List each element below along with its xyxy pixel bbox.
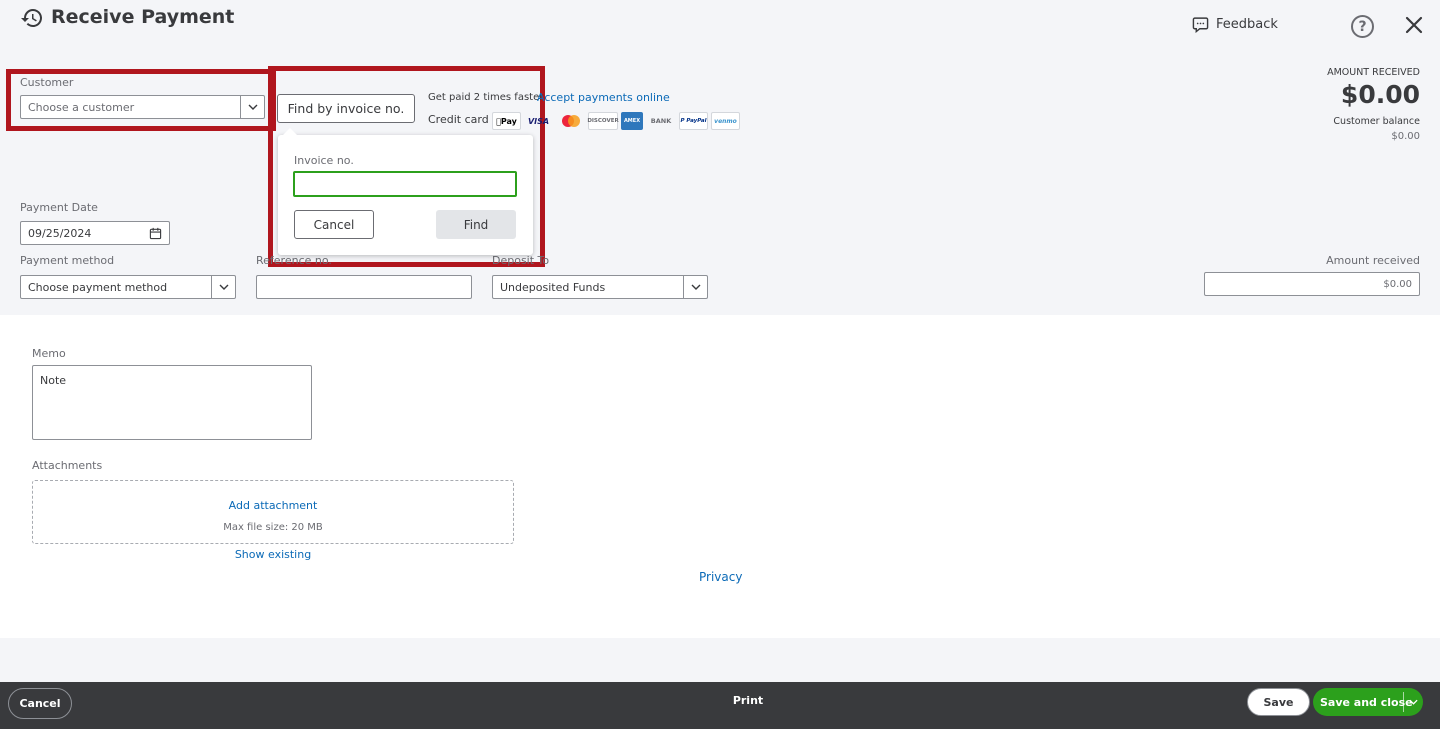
customer-label: Customer xyxy=(20,76,74,89)
save-options-divider xyxy=(1403,692,1404,712)
popover-cancel-button[interactable]: Cancel xyxy=(294,210,374,239)
chevron-down-icon[interactable] xyxy=(1409,699,1418,705)
attachments-label: Attachments xyxy=(32,459,103,472)
payment-method-placeholder: Choose payment method xyxy=(28,280,168,294)
deposit-to-select[interactable]: Undeposited Funds xyxy=(492,275,708,299)
max-file-size-text: Max file size: 20 MB xyxy=(223,522,323,533)
mastercard-icon xyxy=(556,112,585,130)
card-logos: Pay VISA DISCOVER AMEX BANK P PayPal ve… xyxy=(492,112,740,130)
feedback-button[interactable]: Feedback xyxy=(1192,16,1278,33)
reference-input[interactable] xyxy=(256,275,472,299)
page-title: Receive Payment xyxy=(51,6,235,28)
payment-date-label: Payment Date xyxy=(20,201,98,214)
deposit-to-label: Deposit To xyxy=(492,254,550,267)
amount-received-input[interactable]: $0.00 xyxy=(1204,272,1420,296)
print-button[interactable]: Print xyxy=(718,686,778,714)
visa-icon: VISA xyxy=(527,116,550,126)
chevron-down-icon[interactable] xyxy=(683,276,707,298)
customer-select[interactable]: Choose a customer xyxy=(20,95,265,119)
attachment-dropzone[interactable]: Add attachment Max file size: 20 MB xyxy=(32,480,514,544)
chevron-down-icon[interactable] xyxy=(240,96,264,118)
customer-balance-value: $0.00 xyxy=(1391,131,1420,142)
save-and-close-button[interactable]: Save and close xyxy=(1313,688,1423,716)
customer-select-placeholder: Choose a customer xyxy=(28,100,135,114)
payment-date-input[interactable]: 09/25/2024 xyxy=(20,221,170,245)
memo-placeholder: Note xyxy=(40,374,67,387)
promo-text: Get paid 2 times faster xyxy=(428,92,544,103)
memo-label: Memo xyxy=(32,347,66,360)
apple-pay-icon: Pay xyxy=(492,112,521,130)
reference-label: Reference no. xyxy=(256,254,332,267)
customer-balance-label: Customer balance xyxy=(1333,116,1420,127)
popover-find-button[interactable]: Find xyxy=(436,210,516,239)
popover-arrow xyxy=(282,128,298,136)
accept-payments-link[interactable]: Accept payments online xyxy=(537,91,670,104)
payment-method-select[interactable]: Choose payment method xyxy=(20,275,236,299)
amount-received-field-label: Amount received xyxy=(1326,254,1420,267)
amex-icon: AMEX xyxy=(621,112,643,130)
chevron-down-icon[interactable] xyxy=(211,276,235,298)
feedback-icon xyxy=(1192,17,1209,33)
deposit-to-value: Undeposited Funds xyxy=(500,280,606,294)
footer-bar: Cancel Print Save Save and close xyxy=(0,682,1440,729)
discover-icon: DISCOVER xyxy=(587,112,619,130)
paypal-icon: P PayPal xyxy=(679,112,708,130)
save-button[interactable]: Save xyxy=(1247,688,1310,716)
bank-icon: BANK xyxy=(650,117,672,125)
form-header-area xyxy=(0,0,1440,315)
amount-received-label: AMOUNT RECEIVED xyxy=(1327,67,1420,78)
credit-card-label: Credit card xyxy=(428,113,489,126)
show-existing-link[interactable]: Show existing xyxy=(32,548,514,561)
amount-received-summary: AMOUNT RECEIVED $0.00 Customer balance $… xyxy=(1327,67,1420,142)
memo-textarea[interactable]: Note xyxy=(32,365,312,440)
save-and-close-label: Save and close xyxy=(1320,695,1413,709)
calendar-icon[interactable] xyxy=(149,227,162,240)
history-icon[interactable] xyxy=(20,6,44,30)
footer-cancel-button[interactable]: Cancel xyxy=(8,688,72,719)
form-bottom-spacer xyxy=(0,638,1440,682)
privacy-link[interactable]: Privacy xyxy=(699,570,742,584)
venmo-icon: venmo xyxy=(711,112,740,130)
invoice-no-label: Invoice no. xyxy=(294,154,354,167)
add-attachment-link[interactable]: Add attachment xyxy=(33,499,513,512)
invoice-no-input[interactable] xyxy=(293,171,517,197)
feedback-label: Feedback xyxy=(1216,17,1278,32)
amount-received-value: $0.00 xyxy=(1340,80,1420,109)
find-by-invoice-button[interactable]: Find by invoice no. xyxy=(277,94,415,123)
form-body-area xyxy=(0,315,1440,638)
help-icon[interactable]: ? xyxy=(1351,15,1374,38)
payment-method-label: Payment method xyxy=(20,254,115,267)
close-icon[interactable] xyxy=(1403,14,1425,36)
payment-date-value: 09/25/2024 xyxy=(28,226,92,240)
